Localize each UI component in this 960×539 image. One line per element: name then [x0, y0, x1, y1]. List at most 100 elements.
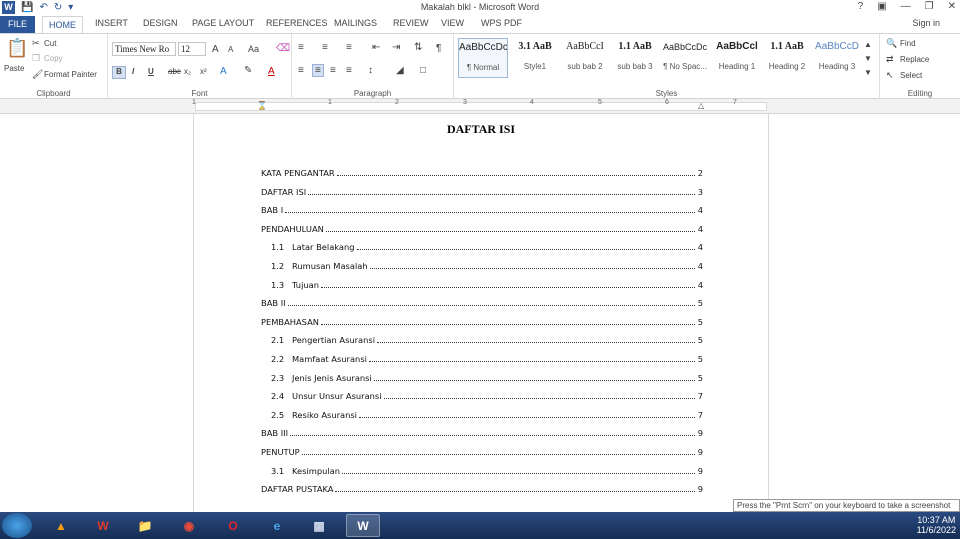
toc-entry[interactable]: 1.1 Latar Belakang 4	[261, 240, 703, 252]
opera-icon[interactable]: O	[216, 514, 250, 537]
style-no-spacing[interactable]: AaBbCcDc ¶ No Spac...	[660, 38, 710, 78]
paste-icon[interactable]: 📋	[6, 38, 28, 59]
tab-mailings[interactable]: MAILINGS	[334, 18, 377, 28]
toc-entry[interactable]: DAFTAR PUSTAKA 9	[261, 482, 703, 494]
replace-button[interactable]: Replace	[900, 55, 929, 64]
sign-in-link[interactable]: Sign in	[912, 18, 940, 28]
styles-scroll-down-icon[interactable]: ▼	[864, 54, 872, 63]
ribbon-display-icon[interactable]: ▣	[877, 1, 886, 12]
style-name: sub bab 3	[617, 62, 653, 71]
numbering-icon[interactable]: ≡	[322, 42, 328, 53]
superscript-button[interactable]: x²	[200, 67, 207, 76]
clock-date[interactable]: 11/6/2022	[917, 525, 956, 535]
toc-entry[interactable]: PEMBAHASAN 5	[261, 315, 703, 327]
word-taskbar-icon[interactable]: W	[346, 514, 380, 537]
font-size-box[interactable]: 12	[178, 42, 206, 56]
toc-entry[interactable]: DAFTAR ISI 3	[261, 185, 703, 197]
tab-view[interactable]: VIEW	[441, 18, 464, 28]
tab-review[interactable]: REVIEW	[393, 18, 429, 28]
tab-design[interactable]: DESIGN	[143, 18, 178, 28]
italic-button[interactable]: I	[132, 67, 134, 76]
align-left-icon[interactable]: ≡	[298, 65, 304, 76]
style-heading-2[interactable]: 1.1 AaB Heading 2	[762, 38, 812, 78]
toc-entry[interactable]: 2.5 Resiko Asuransi 7	[261, 408, 703, 420]
style-heading-3[interactable]: AaBbCcD Heading 3	[812, 38, 862, 78]
cut-button[interactable]: Cut	[44, 39, 56, 48]
close-button[interactable]: ✕	[948, 1, 956, 12]
tab-page-layout[interactable]: PAGE LAYOUT	[192, 18, 254, 28]
toc-entry[interactable]: PENDAHULUAN 4	[261, 222, 703, 234]
shrink-font-button[interactable]: A	[228, 45, 233, 54]
indent-marker-icon[interactable]: ⌛	[257, 101, 267, 110]
toc-entry-text: Rumusan Masalah	[292, 261, 368, 271]
highlight-icon[interactable]: ✎	[244, 65, 252, 76]
horizontal-ruler[interactable]: 1 1 2 3 4 5 6 7 ⌛ △	[0, 99, 960, 114]
style-normal[interactable]: AaBbCcDc ¶ Normal	[458, 38, 508, 78]
style-sub-bab-2[interactable]: AaBbCcI sub bab 2	[560, 38, 610, 78]
restore-button[interactable]: ❐	[925, 1, 934, 12]
help-button[interactable]: ?	[858, 1, 864, 12]
tab-home[interactable]: HOME	[42, 16, 83, 34]
document-page[interactable]: DAFTAR ISI KATA PENGANTAR 2 DAFTAR ISI 3 BAB…	[193, 114, 769, 512]
clear-formatting-icon[interactable]: ⌫	[276, 43, 290, 54]
find-button[interactable]: Find	[900, 39, 916, 48]
strikethrough-button[interactable]: abc	[168, 67, 181, 76]
minimize-button[interactable]: —	[901, 1, 911, 12]
toc-entry[interactable]: 2.4 Unsur Unsur Asuransi 7	[261, 389, 703, 401]
grow-font-button[interactable]: A	[212, 44, 219, 55]
toc-entry[interactable]: BAB II 5	[261, 296, 703, 308]
font-color-icon[interactable]: A	[268, 66, 275, 77]
align-center-icon[interactable]: ≡	[312, 64, 324, 77]
internet-explorer-icon[interactable]: e	[260, 514, 294, 537]
toc-entry[interactable]: KATA PENGANTAR 2	[261, 166, 703, 178]
paste-button[interactable]: Paste	[4, 64, 24, 73]
vlc-icon[interactable]: ▲	[44, 514, 78, 537]
align-right-icon[interactable]: ≡	[330, 65, 336, 76]
network-app-icon[interactable]: ▩	[302, 514, 336, 537]
font-group: Times New Ro 12 A A Aa ⌫ B I U abc x₂ x²…	[108, 34, 292, 99]
toc-entry[interactable]: 2.2 Mamfaat Asuransi 5	[261, 352, 703, 364]
bullets-icon[interactable]: ≡	[298, 42, 304, 53]
right-indent-marker-icon[interactable]: △	[698, 101, 704, 110]
styles-scroll-up-icon[interactable]: ▲	[864, 40, 872, 49]
line-spacing-icon[interactable]: ↕	[368, 65, 373, 76]
sort-icon[interactable]: ⇅	[414, 42, 422, 53]
change-case-button[interactable]: Aa	[248, 44, 259, 54]
style-heading-1[interactable]: AaBbCcl Heading 1	[712, 38, 762, 78]
toc-entry[interactable]: 2.3 Jenis Jenis Asuransi 5	[261, 371, 703, 383]
select-button[interactable]: Select	[900, 71, 922, 80]
toc-entry[interactable]: BAB III 9	[261, 426, 703, 438]
text-effects-icon[interactable]: A	[220, 66, 227, 77]
shading-icon[interactable]: ◢	[396, 65, 404, 76]
clock-time[interactable]: 10:37 AM	[917, 515, 956, 525]
toc-entry[interactable]: 3.1 Kesimpulan 9	[261, 464, 703, 476]
styles-more-icon[interactable]: ▼	[864, 68, 872, 77]
decrease-indent-icon[interactable]: ⇤	[372, 42, 380, 53]
chrome-icon[interactable]: ◉	[172, 514, 206, 537]
toc-entry[interactable]: 1.3 Tujuan 4	[261, 278, 703, 290]
show-formatting-button[interactable]: ¶	[436, 43, 441, 54]
underline-button[interactable]: U	[148, 67, 154, 76]
multilevel-list-icon[interactable]: ≡	[346, 42, 352, 53]
file-explorer-icon[interactable]: 📁	[128, 514, 162, 537]
bold-button[interactable]: B	[112, 66, 126, 79]
font-name-box[interactable]: Times New Ro	[112, 42, 176, 56]
toc-entry[interactable]: BAB I 4	[261, 203, 703, 215]
tab-file[interactable]: FILE	[0, 16, 35, 33]
format-painter-button[interactable]: Format Painter	[44, 70, 97, 79]
toc-entry[interactable]: 1.2 Rumusan Masalah 4	[261, 259, 703, 271]
justify-icon[interactable]: ≡	[346, 65, 352, 76]
start-button[interactable]	[2, 513, 32, 538]
wps-icon[interactable]: W	[86, 514, 120, 537]
borders-icon[interactable]: □	[420, 65, 426, 76]
toc-entry[interactable]: 2.1 Pengertian Asuransi 5	[261, 333, 703, 345]
style-style1[interactable]: 3.1 AaB Style1	[510, 38, 560, 78]
copy-button[interactable]: Copy	[44, 54, 63, 63]
style-sub-bab-3[interactable]: 1.1 AaB sub bab 3	[610, 38, 660, 78]
tab-insert[interactable]: INSERT	[95, 18, 128, 28]
tab-references[interactable]: REFERENCES	[266, 18, 328, 28]
tab-wps-pdf[interactable]: WPS PDF	[481, 18, 522, 28]
toc-entry[interactable]: PENUTUP 9	[261, 445, 703, 457]
increase-indent-icon[interactable]: ⇥	[392, 42, 400, 53]
subscript-button[interactable]: x₂	[184, 67, 191, 76]
